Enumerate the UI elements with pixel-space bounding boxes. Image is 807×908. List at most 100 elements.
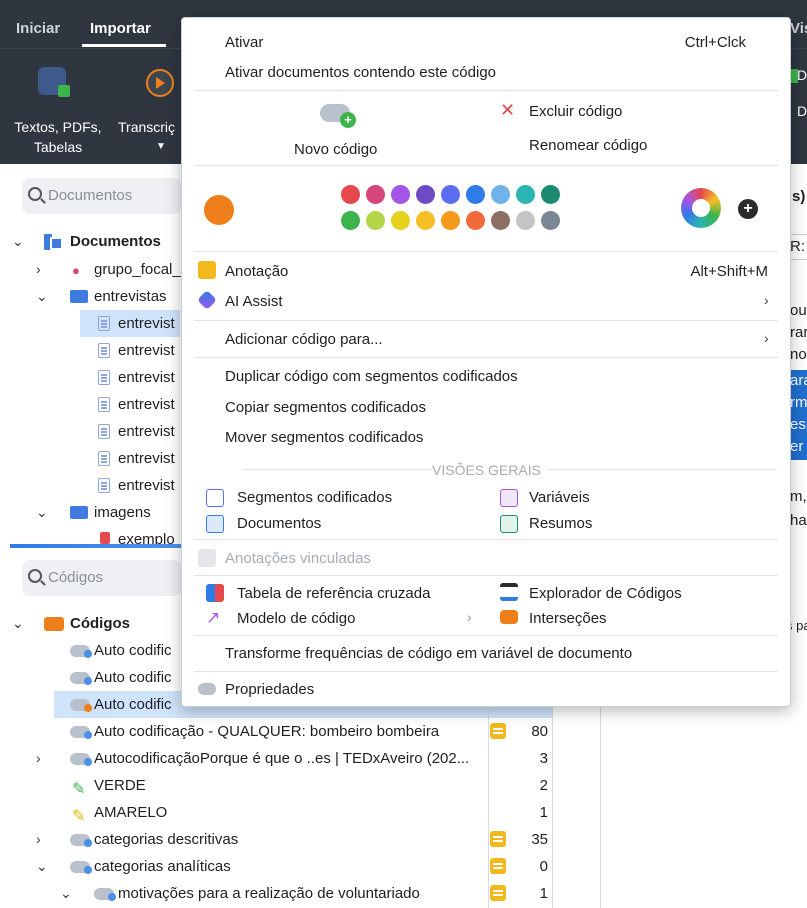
codes-root-label: Códigos [70, 615, 130, 632]
document-row-selected[interactable]: entrevist [80, 310, 180, 337]
menu-item-code-model[interactable]: Modelo de código [237, 609, 355, 629]
color-swatch[interactable] [466, 185, 485, 204]
menu-item-copy-segments[interactable]: Copiar segmentos codificados [225, 398, 426, 418]
ribbon-right-label-1[interactable]: D [797, 65, 807, 85]
code-label: Auto codific [94, 669, 172, 686]
add-color-icon[interactable]: + [738, 199, 758, 219]
color-wheel-icon[interactable] [681, 188, 721, 228]
filter-label-fragment: R: [790, 238, 805, 255]
menu-item-overview-segments[interactable]: Segmentos codificados [237, 488, 392, 508]
chevron-down-icon[interactable]: ⌄ [12, 228, 24, 255]
menu-item-activate[interactable]: Ativar [225, 33, 263, 53]
document-group-label: imagens [94, 504, 151, 521]
menu-item-move-segments[interactable]: Mover segmentos codificados [225, 428, 423, 448]
color-swatch[interactable] [391, 185, 410, 204]
documents-search-placeholder: Documentos [48, 187, 133, 204]
color-swatch[interactable] [441, 185, 460, 204]
code-row[interactable]: Auto codificação - QUALQUER: bombeiro bo… [0, 718, 600, 745]
chevron-down-icon[interactable]: ⌄ [36, 853, 48, 880]
selected-color-swatch[interactable] [204, 195, 234, 225]
menu-separator [194, 635, 778, 636]
text-document-icon [98, 424, 110, 439]
menu-item-intersections[interactable]: Interseções [529, 609, 607, 629]
color-swatch[interactable] [541, 185, 560, 204]
chevron-right-icon[interactable]: › [36, 256, 41, 283]
import-texts-button[interactable]: Textos, PDFs, Tabelas [8, 117, 108, 157]
chevron-down-icon[interactable]: ⌄ [60, 880, 72, 907]
menu-item-overview-documents[interactable]: Documentos [237, 514, 321, 534]
documents-root-label: Documentos [70, 233, 161, 250]
color-swatch[interactable] [416, 211, 435, 230]
color-swatch[interactable] [491, 211, 510, 230]
code-row[interactable]: › categorias descritivas 35 [0, 826, 600, 853]
menu-item-rename-code[interactable]: Renomear código [529, 136, 647, 156]
color-swatch[interactable] [416, 185, 435, 204]
code-label: categorias descritivas [94, 831, 239, 848]
code-label: AMARELO [94, 804, 168, 821]
menu-item-transform-frequencies[interactable]: Transforme frequências de código em vari… [225, 644, 632, 664]
menu-item-activate-documents[interactable]: Ativar documentos contendo este código [225, 63, 496, 83]
code-row[interactable]: ✎ AMARELO 1 [0, 799, 600, 826]
image-document-icon [100, 532, 110, 544]
memo-icon[interactable] [490, 831, 506, 847]
menu-item-code-explorer[interactable]: Explorador de Códigos [529, 584, 682, 604]
documents-icon [206, 515, 224, 533]
color-swatch[interactable] [341, 211, 360, 230]
linked-memos-icon [198, 549, 216, 567]
color-swatch[interactable] [541, 211, 560, 230]
menu-item-duplicate-code[interactable]: Duplicar código com segmentos codificado… [225, 367, 518, 387]
color-swatch[interactable] [491, 185, 510, 204]
code-row[interactable]: ⌄ categorias analíticas 0 [0, 853, 600, 880]
column-divider [552, 690, 553, 908]
menu-item-overview-variables[interactable]: Variáveis [529, 488, 590, 508]
color-swatch[interactable] [341, 185, 360, 204]
code-frequency: 1 [539, 804, 548, 821]
memo-icon[interactable] [490, 723, 506, 739]
menu-item-linked-memos: Anotações vinculadas [225, 550, 371, 567]
menu-item-delete-code[interactable]: Excluir código [529, 102, 622, 122]
color-swatch[interactable] [366, 211, 385, 230]
memo-icon[interactable] [490, 885, 506, 901]
color-swatch[interactable] [441, 211, 460, 230]
document-text-fragment: esp [790, 416, 807, 433]
folder-icon [70, 290, 88, 303]
color-swatch[interactable] [391, 211, 410, 230]
text-document-icon [98, 370, 110, 385]
code-row[interactable]: › AutocodificaçãoPorque é que o ..es | T… [0, 745, 600, 772]
ribbon-right-label-2[interactable]: D [797, 101, 807, 121]
menu-item-overview-summaries[interactable]: Resumos [529, 514, 592, 534]
documents-search-input[interactable]: Documentos [22, 178, 182, 214]
menu-item-memo[interactable]: Anotação [225, 262, 288, 282]
tab-iniciar[interactable]: Iniciar [16, 20, 60, 37]
chevron-right-icon[interactable]: › [36, 745, 41, 772]
document-label: grupo_focal_ [94, 261, 181, 278]
chevron-down-icon[interactable]: ⌄ [36, 499, 48, 526]
chevron-down-icon[interactable]: ⌄ [36, 283, 48, 310]
menu-item-properties[interactable]: Propriedades [225, 680, 314, 700]
text-document-icon [98, 397, 110, 412]
color-swatch[interactable] [516, 185, 535, 204]
tab-importar[interactable]: Importar [90, 20, 151, 37]
activate-shortcut: Ctrl+Clck [684, 34, 746, 51]
code-row[interactable]: ✎ VERDE 2 [0, 772, 600, 799]
code-frequency: 3 [539, 750, 548, 767]
color-swatch[interactable] [516, 211, 535, 230]
text-document-icon [98, 451, 110, 466]
menu-item-crosstab[interactable]: Tabela de referência cruzada [237, 584, 430, 604]
code-label: Auto codific [94, 696, 172, 713]
color-swatch[interactable] [366, 185, 385, 204]
menu-item-add-code-to[interactable]: Adicionar código para... [225, 330, 383, 350]
code-label: VERDE [94, 777, 146, 794]
chevron-right-icon[interactable]: › [36, 826, 41, 853]
tab-visualizar[interactable]: Vis [790, 20, 807, 37]
transcription-button[interactable]: Transcriç ▼ [118, 117, 182, 157]
intersections-icon [500, 610, 518, 624]
color-swatch[interactable] [466, 211, 485, 230]
code-model-icon: ↗ [206, 608, 221, 627]
chevron-down-icon[interactable]: ⌄ [12, 610, 24, 637]
codes-search-input[interactable]: Códigos [22, 560, 182, 596]
code-row[interactable]: ⌄ motivações para a realização de volunt… [0, 880, 600, 907]
new-code-button[interactable]: + Novo código [282, 98, 402, 164]
memo-icon[interactable] [490, 858, 506, 874]
menu-item-ai-assist[interactable]: AI Assist [225, 292, 283, 312]
